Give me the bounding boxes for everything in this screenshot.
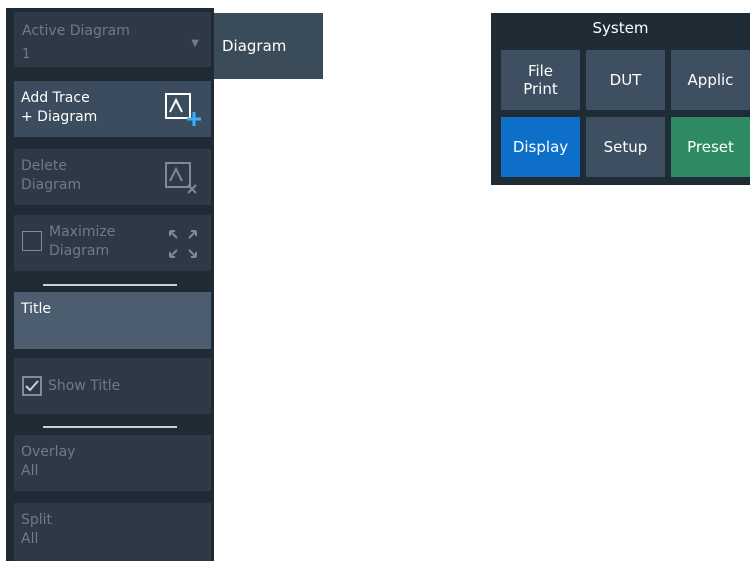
separator xyxy=(43,284,177,286)
add-trace-diagram-label: Add Trace + Diagram xyxy=(21,90,98,125)
title-button[interactable]: Title xyxy=(14,292,211,349)
overlay-all-button[interactable]: Overlay All xyxy=(14,435,211,491)
setup-button[interactable]: Setup xyxy=(586,117,665,177)
maximize-diagram-button[interactable]: Maximize Diagram xyxy=(14,215,211,271)
title-label: Title xyxy=(21,301,52,317)
system-menu-panel: System File Print DUT Applic Display Set… xyxy=(491,13,750,185)
diagram-tab-label: Diagram xyxy=(222,37,287,55)
active-diagram-dropdown[interactable]: Active Diagram 1 ▼ xyxy=(14,12,211,67)
add-diagram-icon xyxy=(165,93,201,126)
maximize-diagram-label: Maximize Diagram xyxy=(49,224,116,259)
active-diagram-value: 1 xyxy=(22,47,31,62)
dut-button[interactable]: DUT xyxy=(586,50,665,110)
split-all-label: Split All xyxy=(21,512,53,547)
maximize-diagram-checkbox[interactable] xyxy=(22,231,42,251)
checkbox-checked-icon[interactable] xyxy=(22,376,42,396)
file-print-button[interactable]: File Print xyxy=(501,50,580,110)
diagram-softkey-panel: Active Diagram 1 ▼ Add Trace + Diagram D… xyxy=(6,8,214,561)
add-trace-diagram-button[interactable]: Add Trace + Diagram xyxy=(14,81,211,137)
split-all-button[interactable]: Split All xyxy=(14,503,211,561)
overlay-all-label: Overlay All xyxy=(21,444,76,479)
chevron-down-icon: ▼ xyxy=(191,38,199,49)
delete-diagram-icon xyxy=(165,162,197,194)
show-title-label: Show Title xyxy=(48,378,121,394)
delete-diagram-label: Delete Diagram xyxy=(21,158,82,193)
active-diagram-label: Active Diagram xyxy=(22,23,130,39)
diagram-tab[interactable]: Diagram xyxy=(214,13,323,79)
maximize-icon xyxy=(169,230,197,258)
separator xyxy=(43,426,177,428)
system-title: System xyxy=(592,19,649,37)
show-title-toggle[interactable]: Show Title xyxy=(14,358,211,414)
applic-button[interactable]: Applic xyxy=(671,50,750,110)
delete-diagram-button[interactable]: Delete Diagram xyxy=(14,149,211,205)
preset-button[interactable]: Preset xyxy=(671,117,750,177)
display-button[interactable]: Display xyxy=(501,117,580,177)
